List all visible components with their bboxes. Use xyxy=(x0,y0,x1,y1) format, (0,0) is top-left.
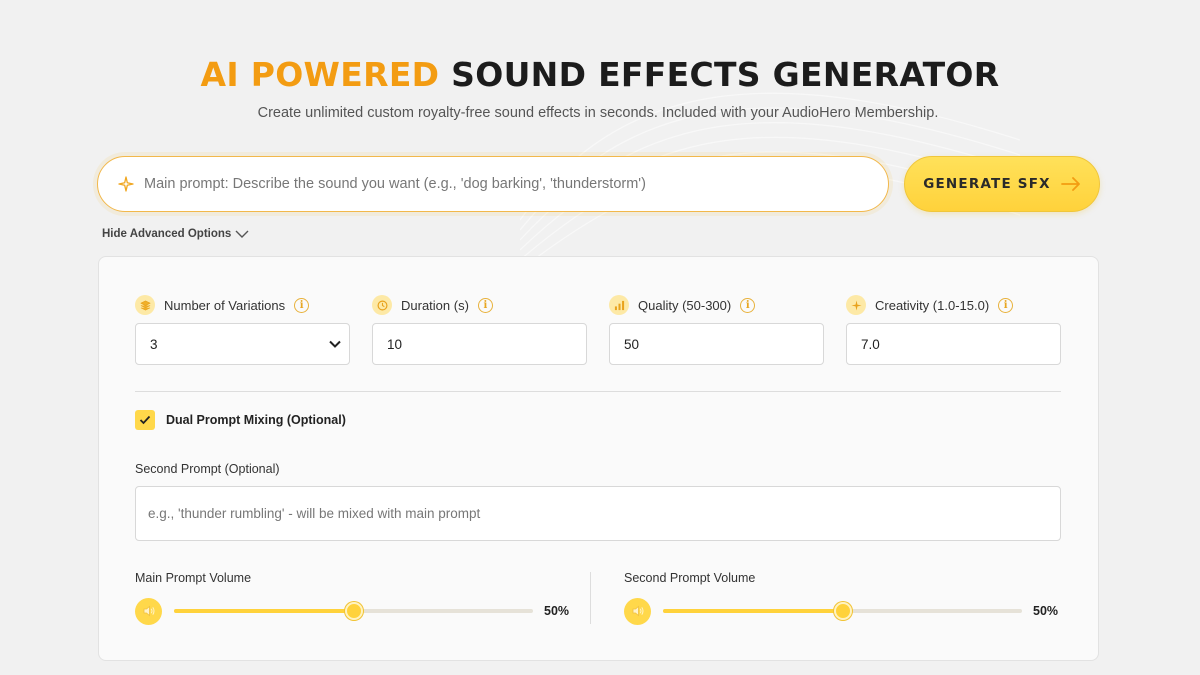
advanced-options-panel: Number of Variations i 3 Duration (s) i … xyxy=(98,256,1099,661)
info-icon[interactable]: i xyxy=(740,297,756,313)
main-prompt-input[interactable] xyxy=(144,176,844,192)
generate-sfx-label: GENERATE SFX xyxy=(923,176,1051,192)
main-volume-label: Main Prompt Volume xyxy=(135,571,252,585)
advanced-toggle-label: Hide Advanced Options xyxy=(102,228,232,240)
quality-value: 50 xyxy=(624,336,640,352)
creativity-label: Creativity (1.0-15.0) xyxy=(875,297,990,313)
main-prompt-field[interactable] xyxy=(97,156,889,212)
creativity-input[interactable]: 7.0 xyxy=(846,323,1061,365)
creativity-value: 7.0 xyxy=(861,336,880,352)
page-subtitle: Create unlimited custom royalty-free sou… xyxy=(257,105,939,121)
second-volume-label: Second Prompt Volume xyxy=(624,571,756,585)
sparkle-icon xyxy=(846,295,866,315)
title-accent: AI POWERED xyxy=(200,55,440,94)
variations-label: Number of Variations xyxy=(164,297,286,313)
volume-icon[interactable] xyxy=(135,597,162,625)
info-icon[interactable]: i xyxy=(477,297,493,313)
chevron-down-icon xyxy=(329,340,341,348)
checkmark-icon xyxy=(139,415,151,425)
variations-select[interactable]: 3 xyxy=(135,323,350,365)
variations-value: 3 xyxy=(150,336,158,352)
layers-icon xyxy=(135,295,155,315)
hide-advanced-options-toggle[interactable]: Hide Advanced Options xyxy=(102,228,249,240)
second-volume-fill xyxy=(663,609,843,613)
title-rest: SOUND EFFECTS GENERATOR xyxy=(451,55,1000,94)
info-icon[interactable]: i xyxy=(294,297,310,313)
main-volume-value: 50% xyxy=(544,604,570,618)
volume-divider xyxy=(590,572,591,624)
variations-field: Number of Variations i 3 xyxy=(135,293,350,365)
second-volume-control: Second Prompt Volume 50% xyxy=(624,571,1058,625)
page-title: AI POWERED SOUND EFFECTS GENERATOR xyxy=(0,55,1200,94)
generate-sfx-button[interactable]: GENERATE SFX xyxy=(904,156,1100,212)
chevron-down-icon xyxy=(235,230,249,238)
second-prompt-label: Second Prompt (Optional) xyxy=(135,462,280,476)
arrow-right-icon xyxy=(1060,177,1080,191)
quality-label: Quality (50-300) xyxy=(638,297,732,313)
duration-field: Duration (s) i 10 xyxy=(372,293,587,365)
bar-chart-icon xyxy=(609,295,629,315)
creativity-field: Creativity (1.0-15.0) i 7.0 xyxy=(846,293,1061,365)
second-volume-value: 50% xyxy=(1033,604,1059,618)
second-volume-thumb[interactable] xyxy=(833,602,852,620)
dual-prompt-toggle[interactable]: Dual Prompt Mixing (Optional) xyxy=(135,410,346,430)
second-volume-slider[interactable] xyxy=(663,602,1022,620)
dual-prompt-label: Dual Prompt Mixing (Optional) xyxy=(166,413,346,427)
volume-icon[interactable] xyxy=(624,597,651,625)
quality-field: Quality (50-300) i 50 xyxy=(609,293,824,365)
section-divider xyxy=(135,391,1061,392)
duration-value: 10 xyxy=(387,336,403,352)
duration-label: Duration (s) xyxy=(401,297,469,313)
duration-input[interactable]: 10 xyxy=(372,323,587,365)
quality-input[interactable]: 50 xyxy=(609,323,824,365)
sparkle-icon xyxy=(118,176,134,192)
main-volume-slider[interactable] xyxy=(174,602,533,620)
second-prompt-input[interactable] xyxy=(148,506,1048,521)
main-volume-thumb[interactable] xyxy=(344,602,363,620)
main-volume-fill xyxy=(174,609,354,613)
main-volume-control: Main Prompt Volume 50% xyxy=(135,571,569,625)
second-prompt-field[interactable] xyxy=(135,486,1061,541)
info-icon[interactable]: i xyxy=(998,297,1014,313)
dual-prompt-checkbox[interactable] xyxy=(135,410,155,430)
clock-icon xyxy=(372,295,392,315)
